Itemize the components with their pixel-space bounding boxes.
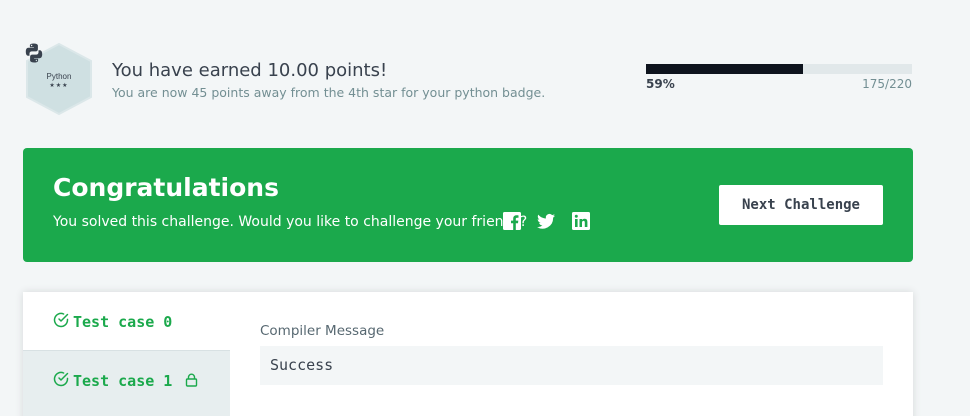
compiler-message-text: Success xyxy=(270,356,334,374)
tab-test-case-1[interactable]: Test case 1 xyxy=(23,350,230,408)
tab-label: Test case 1 xyxy=(73,372,173,390)
linkedin-icon[interactable] xyxy=(571,211,591,231)
check-circle-icon xyxy=(53,371,69,387)
python-logo-icon xyxy=(25,43,43,63)
python-badge: Python ★★★ xyxy=(23,42,95,116)
points-earned-title: You have earned 10.00 points! xyxy=(112,60,388,81)
badge-stars: ★★★ xyxy=(49,81,69,89)
test-results-panel: Test case 0 Test case 1 Compiler Message… xyxy=(23,292,913,416)
twitter-icon[interactable] xyxy=(536,211,556,231)
congratulations-title: Congratulations xyxy=(53,173,279,202)
test-case-tabs: Test case 0 Test case 1 xyxy=(23,292,230,416)
check-circle-icon xyxy=(53,312,69,328)
badge-name: Python xyxy=(46,71,72,81)
compiler-message-box: Success xyxy=(260,346,883,385)
badge-progress-fill xyxy=(646,64,803,74)
points-earned-subtitle: You are now 45 points away from the 4th … xyxy=(112,85,546,100)
congratulations-banner: Congratulations You solved this challeng… xyxy=(23,148,913,262)
compiler-message-label: Compiler Message xyxy=(260,323,385,339)
badge-progress-bar xyxy=(646,64,912,74)
tab-test-case-0[interactable]: Test case 0 xyxy=(23,292,230,350)
progress-count: 175/220 xyxy=(862,77,912,91)
tab-label: Test case 0 xyxy=(73,313,173,331)
lock-icon xyxy=(185,373,198,387)
congratulations-subtitle: You solved this challenge. Would you lik… xyxy=(53,214,528,230)
facebook-icon[interactable] xyxy=(502,211,522,231)
next-challenge-button[interactable]: Next Challenge xyxy=(719,185,883,225)
progress-percent: 59% xyxy=(646,77,675,91)
